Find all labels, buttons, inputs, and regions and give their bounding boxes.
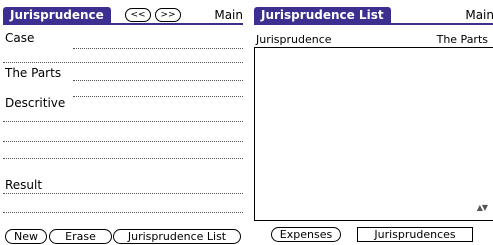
scroll-arrows-icon[interactable]: ▲▼ <box>477 203 488 212</box>
column-header-jurisprudence[interactable]: Jurisprudence <box>256 33 332 46</box>
jurisprudence-list-screen: Jurisprudence List Main Jurisprudence Th… <box>254 0 493 245</box>
list-title: Jurisprudence List <box>254 7 391 24</box>
descritive-line-3[interactable] <box>3 158 243 159</box>
column-header-the-parts[interactable]: The Parts <box>437 33 488 46</box>
erase-button[interactable]: Erase <box>49 229 112 244</box>
title-underline <box>254 23 493 25</box>
result-field[interactable] <box>3 193 243 194</box>
the-parts-field[interactable] <box>73 80 243 81</box>
case-field-line[interactable] <box>3 62 243 63</box>
title-bar: Jurisprudence List Main <box>254 7 493 25</box>
descritive-field[interactable] <box>73 96 243 97</box>
previous-record-button[interactable]: << <box>125 8 151 22</box>
case-label: Case <box>5 31 35 45</box>
form-title: Jurisprudence <box>3 7 111 24</box>
expenses-button[interactable]: Expenses <box>271 227 341 242</box>
descritive-label: Descritive <box>5 96 66 110</box>
result-label: Result <box>5 178 43 192</box>
descritive-line-2[interactable] <box>3 141 243 142</box>
case-field[interactable] <box>73 48 243 49</box>
jurisprudences-button[interactable]: Jurisprudences <box>357 227 473 242</box>
result-line-2[interactable] <box>3 212 243 213</box>
descritive-line-1[interactable] <box>3 121 243 122</box>
jurisprudence-form-screen: Jurisprudence << >> Main Case The Parts … <box>3 0 243 245</box>
new-button[interactable]: New <box>5 229 47 244</box>
jurisprudence-list-button[interactable]: Jurisprudence List <box>113 229 241 244</box>
title-underline <box>3 23 243 25</box>
next-record-button[interactable]: >> <box>155 8 181 22</box>
the-parts-label: The Parts <box>5 66 62 80</box>
title-bar: Jurisprudence << >> Main <box>3 7 243 25</box>
main-menu[interactable]: Main <box>465 8 493 22</box>
jurisprudence-list[interactable]: ▲▼ <box>254 47 493 221</box>
main-menu[interactable]: Main <box>214 8 243 22</box>
